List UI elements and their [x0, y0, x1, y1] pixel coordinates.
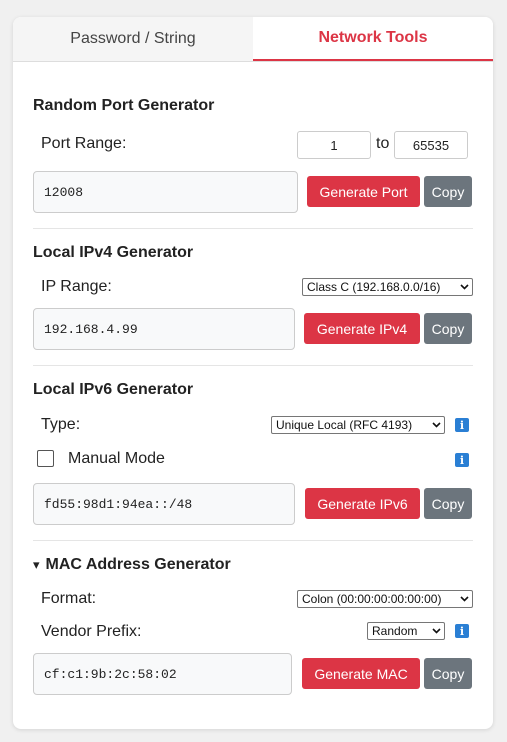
port-to-label: to [376, 135, 390, 152]
tab-password-string[interactable]: Password / String [13, 17, 253, 61]
mac-output-field[interactable]: cf:c1:9b:2c:58:02 [33, 653, 292, 695]
ipv6-type-selected-value: Unique Local (RFC 4193) [276, 418, 413, 432]
ipv4-section-title: Local IPv4 Generator [33, 244, 194, 261]
generate-mac-button[interactable]: Generate MAC [302, 658, 420, 689]
ipv6-type-label: Type: [41, 416, 81, 433]
ip-range-label: IP Range: [41, 278, 112, 295]
ipv6-type-info-icon[interactable]: i [455, 418, 469, 432]
collapse-triangle-icon: ▾ [33, 557, 40, 572]
manual-mode-info-icon[interactable]: i [455, 453, 469, 467]
manual-mode-checkbox[interactable] [37, 450, 54, 467]
generate-ipv4-button[interactable]: Generate IPv4 [304, 313, 420, 344]
tab-network-tools[interactable]: Network Tools [253, 17, 493, 61]
generate-ipv6-button[interactable]: Generate IPv6 [305, 488, 420, 519]
port-min-input[interactable] [297, 131, 371, 159]
tab-bar: Password / String Network Tools [13, 17, 493, 62]
mac-format-select[interactable]: Colon (00:00:00:00:00:00) [297, 590, 473, 608]
mac-section-header[interactable]: ▾ MAC Address Generator [33, 556, 231, 574]
vendor-prefix-label: Vendor Prefix: [41, 623, 142, 640]
port-output-field[interactable]: 12008 [33, 171, 298, 213]
ipv6-output-field[interactable]: fd55:98d1:94ea::/48 [33, 483, 295, 525]
mac-section-title: MAC Address Generator [45, 556, 231, 573]
generate-port-button[interactable]: Generate Port [307, 176, 420, 207]
chevron-down-icon [460, 593, 469, 607]
manual-mode-label: Manual Mode [68, 450, 165, 467]
section-divider [33, 365, 473, 366]
port-section-title: Random Port Generator [33, 97, 215, 114]
section-divider [33, 540, 473, 541]
ipv4-output-field[interactable]: 192.168.4.99 [33, 308, 295, 350]
copy-ipv4-button[interactable]: Copy [424, 313, 472, 344]
copy-mac-button[interactable]: Copy [424, 658, 472, 689]
chevron-down-icon [432, 625, 441, 639]
vendor-prefix-selected-value: Random [372, 624, 418, 638]
ipv6-section-title: Local IPv6 Generator [33, 381, 194, 398]
section-divider [33, 228, 473, 229]
chevron-down-icon [432, 419, 441, 433]
vendor-prefix-select[interactable]: Random [367, 622, 445, 640]
ip-range-selected-value: Class C (192.168.0.0/16) [307, 280, 441, 294]
chevron-down-icon [460, 281, 469, 295]
ipv6-type-select[interactable]: Unique Local (RFC 4193) [271, 416, 445, 434]
mac-format-label: Format: [41, 590, 97, 607]
port-range-label: Port Range: [41, 135, 127, 152]
copy-ipv6-button[interactable]: Copy [424, 488, 472, 519]
port-max-input[interactable] [394, 131, 468, 159]
copy-port-button[interactable]: Copy [424, 176, 472, 207]
ip-range-select[interactable]: Class C (192.168.0.0/16) [302, 278, 473, 296]
mac-format-selected-value: Colon (00:00:00:00:00:00) [302, 592, 442, 606]
vendor-prefix-info-icon[interactable]: i [455, 624, 469, 638]
network-tools-card: Password / String Network Tools Random P… [13, 17, 493, 729]
